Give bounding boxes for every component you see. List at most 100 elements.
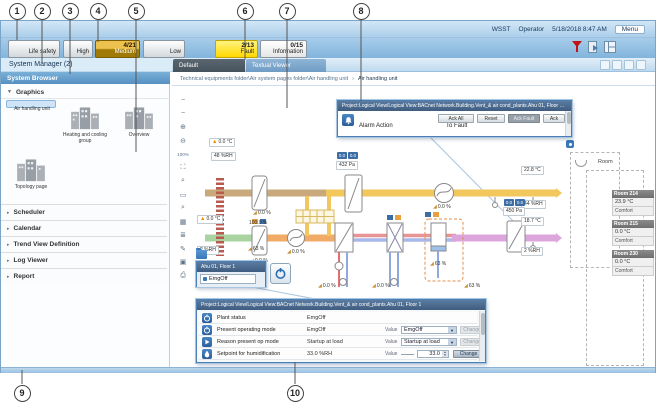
value-badge: 0.0: [504, 199, 514, 206]
alarm-popup-title[interactable]: Project:Logical View/Logical View:BACnet…: [338, 101, 571, 111]
plant-popup-title[interactable]: Ahu 01, Floor 1: [197, 262, 265, 272]
tab-default[interactable]: Default: [173, 59, 245, 72]
actuator-icon: ◢: [430, 261, 434, 267]
trend-icon[interactable]: [566, 140, 574, 148]
callout-5: 5: [128, 3, 145, 20]
tile-topology-page[interactable]: Topology page: [6, 152, 56, 200]
operation-popup: Project:Logical View/Logical View:BACnet…: [196, 299, 486, 363]
sensor-value-label: ◢0.0 %: [287, 249, 305, 255]
tile-overview[interactable]: Overview: [114, 100, 164, 148]
sidebar-item-calendar[interactable]: ▸ Calendar: [1, 220, 167, 236]
alarm-action-label: Alarm Action: [359, 123, 393, 129]
filter-icon[interactable]: [572, 41, 583, 53]
zoom-level[interactable]: 100%: [176, 148, 190, 160]
low-alarm-button[interactable]: Low: [143, 40, 185, 58]
power-icon: [274, 267, 287, 280]
sidebar-item-report[interactable]: ▸ Report: [1, 268, 167, 284]
callout-10: 10: [287, 385, 304, 402]
alarm-action-value: To Fault: [446, 123, 467, 129]
operation-popup-title[interactable]: Project:Logical View/Logical View:BACnet…: [197, 300, 485, 310]
collapse-icon[interactable]: −: [176, 94, 190, 106]
layout-button-1[interactable]: [600, 60, 610, 70]
sensor-value-label: 450 Pa: [503, 207, 525, 216]
callout-7: 7: [279, 3, 296, 20]
layout-button-3[interactable]: [624, 60, 634, 70]
property-row: Present operating mode EmgOff Value EmgO…: [199, 324, 477, 336]
building-icon: [69, 104, 101, 130]
magnifier-icon[interactable]: ⌕: [176, 202, 190, 214]
ack-all-button[interactable]: Ack All: [438, 114, 474, 123]
reason-select[interactable]: Startup at load ▼: [401, 338, 457, 346]
operating-mode-select[interactable]: EmgOff ▼: [401, 326, 457, 334]
sidebar-item-trend-view-definition[interactable]: ▸ Trend View Definition: [1, 236, 167, 252]
value-badge: 0.0: [348, 152, 358, 159]
breadcrumb-path[interactable]: Technical equipments folder\Air system p…: [180, 76, 348, 82]
sidebar-item-log-viewer[interactable]: ▸ Log Viewer: [1, 252, 167, 268]
operation-popup-scrollbar[interactable]: [479, 311, 485, 361]
callout-3: 3: [62, 3, 79, 20]
callout-1: 1: [9, 3, 26, 20]
tab-textual-viewer[interactable]: Textual Viewer: [246, 59, 326, 72]
callout-2: 2: [34, 3, 51, 20]
menu-button[interactable]: Menu: [615, 25, 645, 34]
chevron-right-icon: ▸: [7, 274, 10, 280]
actuator-icon: ◢: [287, 249, 291, 255]
plant-status-field[interactable]: EmgOff: [200, 274, 256, 284]
export-icon[interactable]: [588, 41, 599, 53]
documentation-page: { "callouts": { "items": [ {"n":"1","cx"…: [0, 0, 656, 411]
callout-6: 6: [237, 3, 254, 20]
actuator-icon: ◢: [253, 210, 257, 216]
chevron-right-icon: ▸: [7, 226, 10, 232]
sensor-value-label: ▲0.0 °C: [197, 215, 223, 224]
grid-icon[interactable]: ▦: [176, 216, 190, 228]
scrollbar-thumb[interactable]: [567, 112, 571, 124]
zoom-selection-icon[interactable]: ⌕: [176, 175, 190, 187]
edit-icon[interactable]: ✎: [176, 243, 190, 255]
building-icon: [15, 156, 47, 182]
property-row: Plant status EmgOff: [199, 312, 477, 324]
spinner-arrows-icon[interactable]: ▲▼: [442, 351, 448, 357]
select-icon[interactable]: ▣: [176, 256, 190, 268]
callout-9: 9: [14, 385, 31, 402]
callout-4: 4: [90, 3, 107, 20]
fit-view-icon[interactable]: ⛶: [176, 162, 190, 174]
ack-button[interactable]: Ack: [543, 114, 565, 123]
system-browser-header[interactable]: System Browser: [1, 72, 170, 84]
sensor-value-label: 48 %RH: [211, 152, 236, 161]
alarm-popup-scrollbar[interactable]: [565, 111, 571, 136]
collapse-icon[interactable]: −: [176, 108, 190, 120]
tile-heating-cooling-group[interactable]: Heating and cooling group: [60, 100, 110, 148]
layout-button-4[interactable]: [636, 60, 646, 70]
tile-air-handling-unit[interactable]: Air handling unit: [6, 100, 56, 108]
folder-icon[interactable]: [196, 250, 207, 259]
sidebar-item-scheduler[interactable]: ▸ Scheduler: [1, 204, 167, 220]
reset-button[interactable]: Reset: [477, 114, 505, 123]
building-icon: [123, 104, 155, 130]
life-safety-button[interactable]: Life safety: [8, 40, 60, 58]
setpoint-spinner[interactable]: 33.0 ▲▼: [417, 350, 449, 358]
property-row: Setpoint for humidification 33.0 %RH Val…: [199, 348, 477, 360]
breadcrumb-separator: ›: [352, 76, 354, 82]
scrollbar-thumb[interactable]: [481, 313, 485, 335]
room-card[interactable]: Room 230 0.0 °C Comfort: [612, 250, 654, 276]
zoom-in-icon[interactable]: ⊕: [176, 121, 190, 133]
room-card[interactable]: Room 215 0.0 °C Comfort: [612, 220, 654, 246]
medium-alarm-button[interactable]: 4/21 Medium: [95, 40, 140, 58]
graphics-section-header[interactable]: ▼ Graphics: [1, 86, 170, 99]
plant-power-button[interactable]: [270, 263, 291, 284]
fault-alarm-button[interactable]: 2/13 Fault: [215, 40, 258, 58]
information-alarm-button[interactable]: 0/15 Information: [260, 40, 307, 58]
room-card[interactable]: Room 214 23.9 °C Comfort: [612, 190, 654, 216]
layout-pane-icon[interactable]: [604, 41, 616, 53]
zoom-out-icon[interactable]: ⊖: [176, 135, 190, 147]
status-dot-icon: [203, 277, 207, 281]
layers-icon[interactable]: ≣: [176, 229, 190, 241]
ack-fault-button[interactable]: Ack Fault: [508, 114, 540, 123]
print-icon[interactable]: ⎙: [176, 270, 190, 282]
pan-icon[interactable]: ▭: [176, 189, 190, 201]
slider-track[interactable]: [401, 354, 414, 355]
high-alarm-button[interactable]: High: [63, 40, 93, 58]
layout-button-2[interactable]: [612, 60, 622, 70]
chevron-down-icon: ▼: [448, 327, 456, 333]
value-badge: 0.0: [337, 152, 347, 159]
